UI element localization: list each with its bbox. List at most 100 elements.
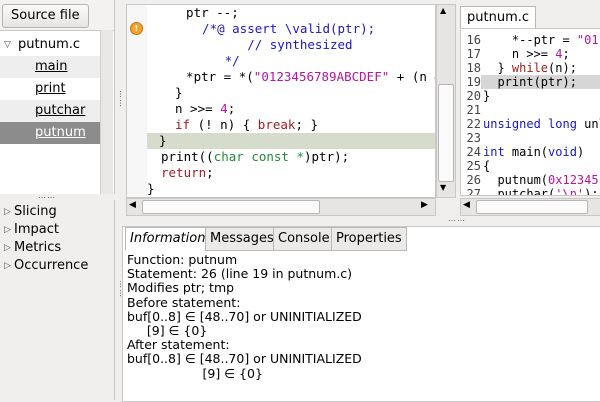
code-hscroll-thumb[interactable] (142, 200, 320, 214)
source-line[interactable]: 18 } while(n); (461, 61, 577, 75)
source-token: n >>= (483, 47, 556, 61)
code-token: (! n) { (190, 117, 258, 132)
plugin-slicing[interactable]: ▷ Slicing (4, 203, 57, 221)
tree-function-main[interactable]: main (0, 56, 100, 78)
info-line: Before statement: (127, 294, 241, 310)
line-number: 26 (466, 173, 481, 187)
line-number: 22 (466, 117, 481, 131)
file-tree-vscrollbar[interactable] (100, 30, 113, 194)
code-token: n >>= (175, 101, 221, 116)
source-token: ; (562, 47, 570, 61)
source-line[interactable]: 23 (461, 131, 483, 145)
expander-right-icon[interactable]: ▷ (4, 221, 14, 239)
tree-function-print[interactable]: print (0, 78, 100, 100)
info-line: buf[0..8] ∈ [48..70] or UNINITIALIZED (127, 351, 362, 367)
source-line[interactable]: 26 putnum(0x12345 (461, 173, 599, 187)
code-token: print(( (161, 149, 214, 164)
code-token: )ptr); (304, 149, 350, 164)
code-line[interactable]: /*@ assert \valid(ptr); (187, 21, 375, 37)
code-line[interactable]: print((char const *)ptr); (161, 149, 349, 165)
tab-console[interactable]: Console (273, 227, 335, 251)
info-line: [9] ∈ {0} (127, 323, 208, 338)
scroll-down-icon[interactable]: ▼ (440, 183, 446, 192)
code-line[interactable]: return; (161, 165, 214, 181)
source-token: int (483, 145, 505, 159)
tab-messages[interactable]: Messages (205, 227, 279, 251)
line-number: 18 (466, 61, 481, 75)
plugin-impact[interactable]: ▷ Impact (4, 221, 59, 239)
code-line[interactable]: ptr --; (171, 5, 239, 21)
tab-information[interactable]: Information (125, 227, 211, 251)
tab-source-file[interactable]: putnum.c (460, 6, 537, 29)
code-token: } (175, 85, 183, 100)
code-token: "0123456789ABCDEF" (253, 69, 390, 84)
code-line[interactable]: } (175, 85, 183, 101)
expander-right-icon[interactable]: ▷ (4, 257, 14, 275)
line-number: 19 (466, 75, 481, 89)
expander-right-icon[interactable]: ▷ (4, 203, 14, 221)
function-label: print (35, 81, 66, 96)
code-token: ; } (295, 117, 319, 132)
code-token: break (257, 117, 296, 132)
code-token: } (147, 181, 155, 196)
info-line: buf[0..8] ∈ [48..70] or UNINITIALIZED (127, 308, 362, 324)
source-token: } (483, 61, 512, 75)
code-token: return (161, 165, 207, 180)
code-token: ; (227, 101, 236, 116)
source-line[interactable]: 22unsigned long unl (461, 117, 600, 131)
line-number: 27 (466, 187, 481, 196)
plugin-label: Slicing (14, 204, 57, 219)
code-token: 4 (220, 101, 228, 116)
vertical-splitter-grip[interactable]: ⋯⋯ (116, 90, 125, 108)
code-line[interactable]: if (! n) { break; } (175, 117, 318, 133)
scroll-up-icon[interactable]: ▲ (440, 6, 446, 15)
function-label: putnum (35, 125, 86, 140)
source-line[interactable]: 20} (461, 89, 491, 103)
function-label: main (35, 59, 68, 74)
plugin-occurrence[interactable]: ▷ Occurrence (4, 257, 88, 275)
code-token: char const * (213, 149, 304, 164)
code-line[interactable]: // synthesized (187, 37, 352, 53)
code-line[interactable]: */ (187, 53, 240, 69)
tree-file-putnum[interactable]: ▽ putnum.c (0, 34, 100, 56)
line-number: 21 (466, 103, 481, 117)
info-line: Modifies ptr; tmp (127, 280, 235, 296)
source-file-button[interactable]: Source file (2, 4, 89, 28)
expander-down-icon[interactable]: ▽ (4, 34, 11, 56)
plugin-label: Impact (14, 222, 59, 237)
source-line[interactable]: 25{ (461, 159, 491, 173)
code-token: + (n & (396, 69, 435, 84)
warning-icon[interactable]: ! (130, 22, 143, 35)
code-vscroll-thumb[interactable] (438, 84, 454, 182)
horizontal-splitter-grip[interactable]: ⋯⋯ (448, 216, 466, 225)
info-line: After statement: (127, 337, 230, 353)
plugin-label: Metrics (14, 240, 62, 255)
scroll-left-icon[interactable]: ◀ (463, 200, 470, 210)
source-line[interactable]: 24 int main(void) (461, 145, 585, 159)
code-line[interactable]: } (159, 133, 167, 149)
scroll-right-icon[interactable]: ▶ (421, 200, 428, 210)
code-view[interactable]: ptr --; /*@ assert \valid(ptr); // synth… (126, 4, 436, 198)
source-line[interactable]: 16 *--ptr = "01 (461, 33, 599, 47)
code-line[interactable]: } (147, 181, 155, 197)
source-view[interactable]: 16 *--ptr = "01 17 n >>= 4; 18 } while(n);… (460, 28, 600, 196)
code-line[interactable]: n >>= 4; (175, 101, 235, 117)
tree-function-putnum[interactable]: putnum (0, 122, 100, 144)
code-token: /*@ assert \valid(ptr); (187, 21, 376, 36)
information-panel: Information Messages Console Properties … (122, 226, 600, 402)
source-line[interactable]: 21 (461, 103, 483, 117)
tree-function-putchar[interactable]: putchar (0, 100, 100, 122)
scroll-left-icon[interactable]: ◀ (129, 200, 136, 210)
source-token: { (483, 159, 491, 173)
function-label: putchar (35, 103, 86, 118)
source-hscroll-thumb[interactable] (476, 200, 588, 214)
code-line[interactable]: *ptr = *("0123456789ABCDEF" + (n & (171, 69, 435, 85)
expander-right-icon[interactable]: ▷ (4, 239, 14, 257)
source-token: } (483, 89, 491, 103)
source-line[interactable]: 17 n >>= 4; (461, 47, 570, 61)
tab-properties[interactable]: Properties (331, 227, 407, 251)
plugin-metrics[interactable]: ▷ Metrics (4, 239, 61, 257)
source-line[interactable]: 19 print(ptr); (461, 75, 577, 89)
source-line[interactable]: 27 putchar('\n'); (461, 187, 599, 196)
source-token: main( (504, 145, 549, 159)
